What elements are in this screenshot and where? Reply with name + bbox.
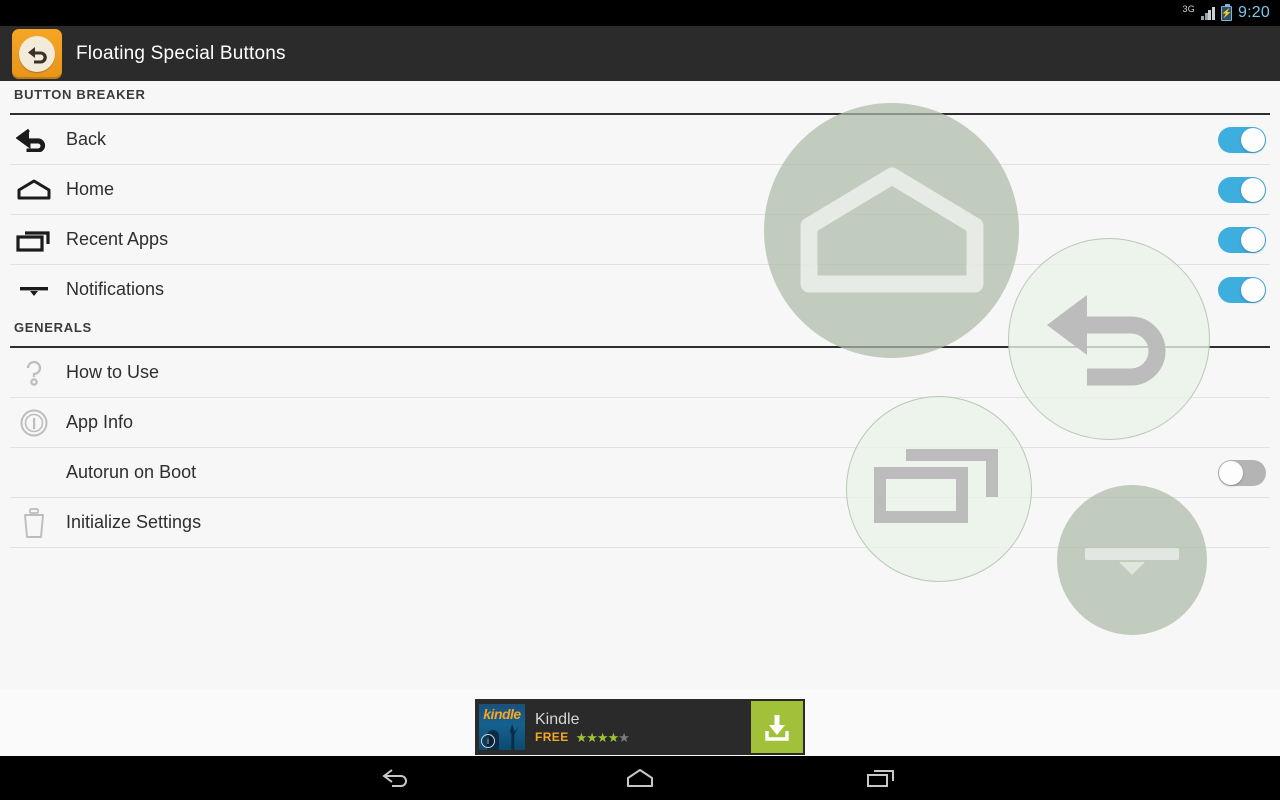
app-back-arrow-icon[interactable] (12, 28, 62, 79)
settings-row-home[interactable]: Home (0, 165, 1280, 214)
ad-price-label: FREE (535, 730, 569, 744)
toggle-notifications[interactable] (1218, 276, 1266, 303)
app-icon-disc (19, 35, 55, 72)
ad-app-name: Kindle (535, 711, 580, 728)
nav-recent-apps-icon[interactable] (854, 759, 910, 797)
ad-rating-stars: ★★★★★ (575, 729, 630, 745)
list-divider (10, 547, 1270, 548)
settings-row-how-to-use[interactable]: How to Use (0, 348, 1280, 397)
download-icon (765, 715, 789, 741)
ad-app-icon: kindle i (479, 704, 525, 750)
home-icon (10, 178, 58, 202)
signal-bars-icon (1201, 6, 1215, 20)
trash-can-icon (10, 507, 58, 539)
ad-subline: FREE ★★★★★ (535, 730, 751, 744)
question-mark-icon (10, 358, 58, 388)
nav-home-icon[interactable] (612, 759, 668, 797)
recent-apps-icon (10, 228, 58, 252)
android-app-screen: 3G ⚡ 9:20 Floating Special Buttons BUTTO… (0, 0, 1280, 800)
notifications-icon (10, 278, 58, 302)
settings-row-label: How to Use (66, 362, 160, 382)
settings-row-label: Back (66, 129, 107, 149)
ad-icon-wordmark: kindle (483, 706, 521, 722)
toggle-autorun-on-boot[interactable] (1218, 459, 1266, 486)
section-header-button-breaker: BUTTON BREAKER (0, 81, 1280, 113)
toggle-home[interactable] (1218, 176, 1266, 203)
settings-list: BUTTON BREAKER Back Home Recent Apps Not… (0, 81, 1280, 689)
section-title: GENERALS (14, 320, 92, 335)
network-type-label: 3G (1182, 4, 1196, 14)
settings-row-back[interactable]: Back (0, 115, 1280, 164)
settings-row-label: Home (66, 179, 115, 199)
toggle-back[interactable] (1218, 126, 1266, 153)
system-nav-bar (0, 756, 1280, 800)
settings-row-recent-apps[interactable]: Recent Apps (0, 215, 1280, 264)
back-arrow-glyph (28, 46, 47, 63)
section-title: BUTTON BREAKER (14, 87, 146, 102)
toggle-recent-apps[interactable] (1218, 226, 1266, 253)
settings-row-label: Recent Apps (66, 229, 169, 249)
settings-row-label: App Info (66, 412, 134, 432)
nav-back-icon[interactable] (370, 759, 426, 797)
settings-row-label: Autorun on Boot (66, 462, 197, 482)
clock-label: 9:20 (1238, 4, 1270, 21)
page-title: Floating Special Buttons (76, 42, 286, 64)
battery-charging-icon: ⚡ (1221, 3, 1232, 21)
ad-info-badge-icon[interactable]: i (481, 734, 495, 748)
back-arrow-icon (10, 128, 58, 152)
status-bar: 3G ⚡ 9:20 (0, 0, 1280, 26)
ad-download-button[interactable] (751, 701, 803, 753)
action-bar: Floating Special Buttons (0, 26, 1280, 81)
settings-row-notifications[interactable]: Notifications (0, 265, 1280, 314)
ad-banner[interactable]: kindle i Kindle FREE ★★★★★ (475, 699, 805, 755)
settings-row-label: Initialize Settings (66, 512, 202, 532)
info-circle-icon (10, 408, 58, 438)
settings-row-initialize-settings[interactable]: Initialize Settings (0, 498, 1280, 547)
settings-row-label: Notifications (66, 279, 165, 299)
section-header-generals: GENERALS (0, 314, 1280, 346)
settings-row-app-info[interactable]: App Info (0, 398, 1280, 447)
ad-text-block: Kindle FREE ★★★★★ (525, 710, 751, 744)
ad-icon-tree (506, 724, 519, 750)
settings-row-autorun-on-boot[interactable]: Autorun on Boot (0, 448, 1280, 497)
